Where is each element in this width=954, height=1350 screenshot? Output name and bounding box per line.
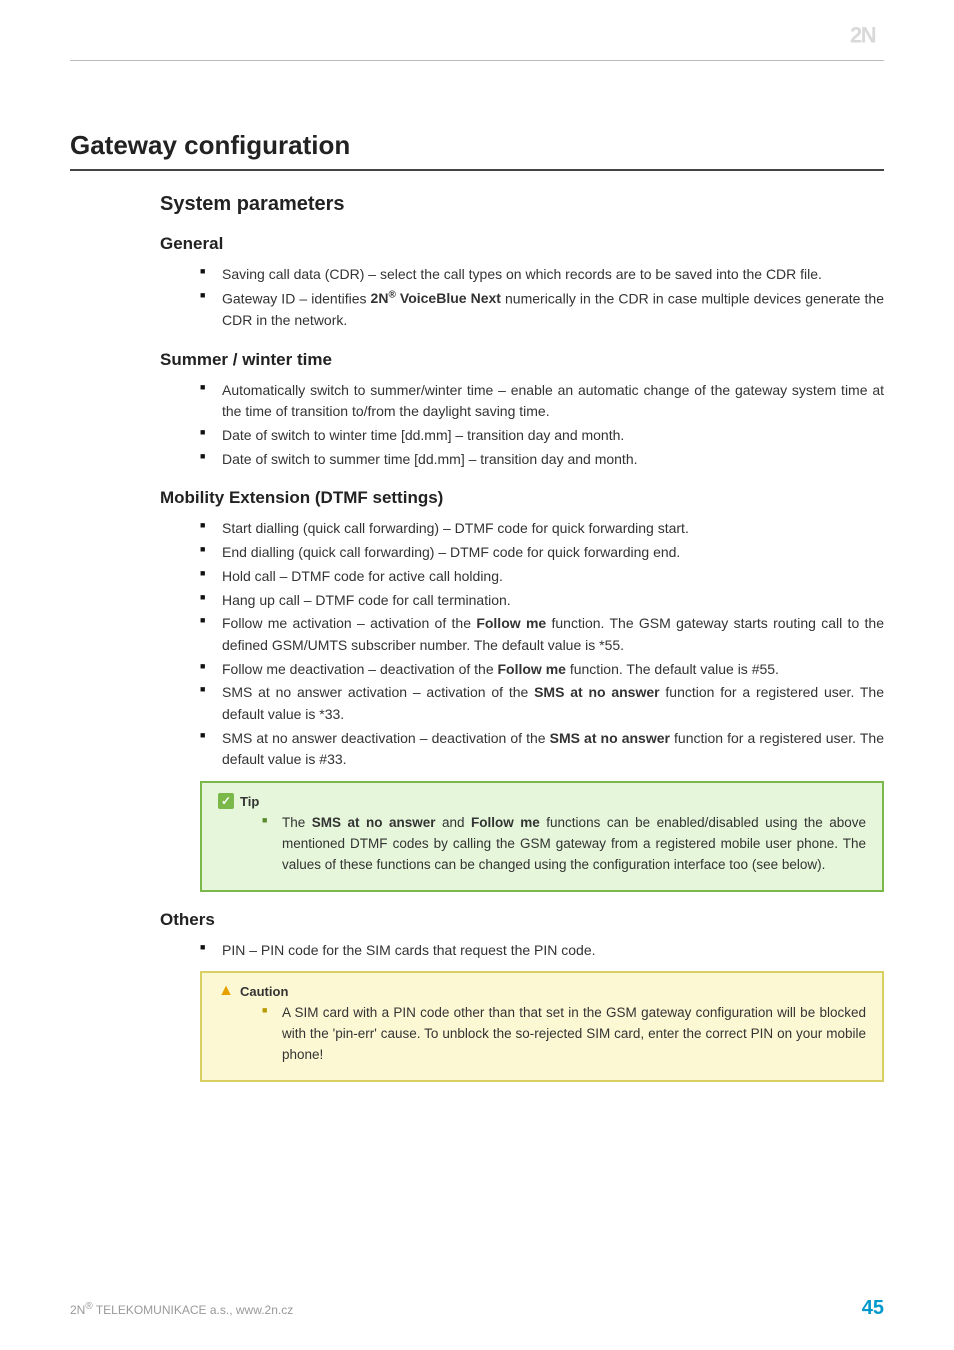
subheading-others: Others — [160, 910, 884, 930]
list-item: PIN – PIN code for the SIM cards that re… — [200, 940, 884, 962]
subheading-general: General — [160, 234, 884, 254]
brand-logo: 2N — [850, 20, 894, 55]
list-item: End dialling (quick call forwarding) – D… — [200, 542, 884, 564]
page-title: Gateway configuration — [70, 130, 884, 161]
list-item: Hold call – DTMF code for active call ho… — [200, 566, 884, 588]
callout-caution: ▲ Caution A SIM card with a PIN code oth… — [200, 971, 884, 1082]
callout-body: ✓ Tip The SMS at no answer and Follow me… — [202, 783, 882, 890]
list-item: A SIM card with a PIN code other than th… — [262, 1003, 866, 1066]
callout-body: ▲ Caution A SIM card with a PIN code oth… — [202, 973, 882, 1080]
brand-logo-svg: 2N — [850, 20, 894, 50]
page-number: 45 — [862, 1297, 884, 1320]
list-item: SMS at no answer activation – activation… — [200, 682, 884, 725]
subheading-mobility-extension: Mobility Extension (DTMF settings) — [160, 488, 884, 508]
list-item: SMS at no answer deactivation – deactiva… — [200, 728, 884, 771]
page: 2N Gateway configuration System paramete… — [0, 0, 954, 1350]
svg-text:2N: 2N — [850, 22, 876, 47]
section-heading-system-parameters: System parameters — [160, 193, 884, 216]
list-item: Start dialling (quick call forwarding) –… — [200, 518, 884, 540]
header-rule — [70, 60, 884, 61]
callout-title: ▲ Caution — [218, 983, 866, 999]
list-others: PIN – PIN code for the SIM cards that re… — [200, 940, 884, 962]
callout-list: A SIM card with a PIN code other than th… — [262, 1003, 866, 1066]
list-mobility-extension: Start dialling (quick call forwarding) –… — [200, 518, 884, 771]
list-general: Saving call data (CDR) – select the call… — [200, 264, 884, 332]
warning-icon: ▲ — [218, 983, 234, 999]
list-item: Hang up call – DTMF code for call termin… — [200, 590, 884, 612]
title-rule — [70, 169, 884, 171]
callout-title-text: Tip — [240, 794, 259, 809]
list-item: Date of switch to winter time [dd.mm] – … — [200, 425, 884, 447]
callout-tip: ✓ Tip The SMS at no answer and Follow me… — [200, 781, 884, 892]
list-summer-winter: Automatically switch to summer/winter ti… — [200, 380, 884, 471]
subheading-summer-winter: Summer / winter time — [160, 350, 884, 370]
callout-title: ✓ Tip — [218, 793, 866, 809]
callout-title-text: Caution — [240, 984, 288, 999]
list-item: Follow me activation – activation of the… — [200, 613, 884, 656]
list-item: Date of switch to summer time [dd.mm] – … — [200, 449, 884, 471]
list-item: Follow me deactivation – deactivation of… — [200, 659, 884, 681]
footer-text: 2N® TELEKOMUNIKACE a.s., www.2n.cz — [70, 1301, 293, 1317]
list-item: The SMS at no answer and Follow me funct… — [262, 813, 866, 876]
list-item: Automatically switch to summer/winter ti… — [200, 380, 884, 423]
list-item: Saving call data (CDR) – select the call… — [200, 264, 884, 286]
page-footer: 2N® TELEKOMUNIKACE a.s., www.2n.cz 45 — [70, 1297, 884, 1320]
list-item: Gateway ID – identifies 2N® VoiceBlue Ne… — [200, 288, 884, 332]
callout-list: The SMS at no answer and Follow me funct… — [262, 813, 866, 876]
check-icon: ✓ — [218, 793, 234, 809]
